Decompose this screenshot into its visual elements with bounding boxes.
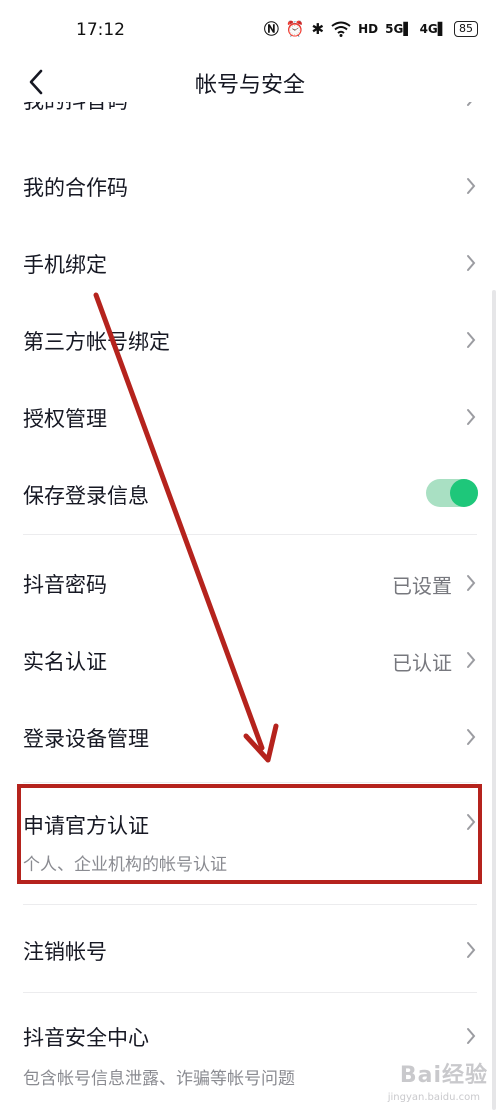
settings-item-value: 已设置 (392, 574, 452, 598)
hd-icon: HD (358, 22, 379, 36)
wifi-icon (331, 21, 351, 37)
settings-item-save-login-info: 保存登录信息 (0, 455, 500, 532)
settings-item-my-douyin-code[interactable]: 我的抖音码 (0, 102, 500, 122)
alarm-icon: ⏰ (285, 20, 305, 38)
settings-list: 我的抖音码 我的合作码 手机绑定 第三方帐号绑定 授权管理 保存登录信息 抖音密… (0, 102, 500, 1111)
settings-item-label: 抖音密码 (23, 573, 107, 597)
settings-item-authorization-management[interactable]: 授权管理 (0, 378, 500, 455)
signal-4g-icon: 4G▌ (419, 22, 447, 36)
chevron-right-icon (467, 575, 476, 591)
settings-item-real-name-verification[interactable]: 实名认证 已认证 (0, 621, 500, 698)
settings-item-label: 手机绑定 (23, 253, 107, 277)
toggle-knob (450, 479, 478, 507)
scrollbar[interactable] (492, 290, 496, 1110)
bluetooth-icon: ✱ (311, 20, 325, 38)
settings-item-label: 登录设备管理 (23, 727, 149, 751)
settings-item-phone-binding[interactable]: 手机绑定 (0, 224, 500, 301)
chevron-right-icon (467, 255, 476, 271)
settings-item-label: 我的抖音码 (23, 102, 128, 115)
divider (23, 904, 477, 905)
settings-item-third-party-binding[interactable]: 第三方帐号绑定 (0, 301, 500, 378)
status-bar: 17:12 Ⓝ ⏰ ✱ HD 5G▌ 4G▌ 85 (0, 0, 500, 62)
page-title: 帐号与安全 (194, 73, 305, 98)
divider (23, 534, 477, 535)
save-login-toggle[interactable] (426, 479, 478, 507)
settings-item-my-cooperation-code[interactable]: 我的合作码 (0, 146, 500, 224)
settings-item-cancel-account[interactable]: 注销帐号 (0, 910, 500, 990)
settings-item-label: 抖音安全中心 (23, 1026, 149, 1050)
settings-item-label: 实名认证 (23, 650, 107, 674)
watermark-url: jingyan.baidu.com (387, 1092, 480, 1103)
settings-item-login-device-management[interactable]: 登录设备管理 (0, 698, 500, 775)
nfc-icon: Ⓝ (263, 20, 279, 38)
chevron-right-icon (467, 942, 476, 958)
watermark-logo: Bai经验 (399, 1063, 488, 1088)
settings-item-label: 第三方帐号绑定 (23, 330, 170, 354)
settings-item-label: 注销帐号 (23, 940, 107, 964)
settings-item-douyin-password[interactable]: 抖音密码 已设置 (0, 543, 500, 621)
settings-item-label: 授权管理 (23, 407, 107, 431)
battery-indicator: 85 (454, 21, 478, 37)
signal-5g-icon: 5G▌ (385, 22, 413, 36)
divider (23, 992, 477, 993)
settings-item-subtitle: 包含帐号信息泄露、诈骗等帐号问题 (23, 1069, 295, 1089)
chevron-right-icon (467, 652, 476, 668)
chevron-right-icon (467, 729, 476, 745)
annotation-highlight-box (17, 784, 482, 884)
settings-item-label: 我的合作码 (23, 176, 128, 200)
chevron-right-icon (467, 332, 476, 348)
chevron-right-icon (467, 102, 472, 106)
divider (23, 782, 477, 783)
chevron-right-icon (467, 1028, 476, 1044)
nav-bar: 帐号与安全 (0, 62, 500, 102)
settings-item-label: 保存登录信息 (23, 484, 149, 508)
chevron-right-icon (467, 409, 476, 425)
chevron-right-icon (467, 178, 476, 194)
status-icons: Ⓝ ⏰ ✱ HD 5G▌ 4G▌ 85 (264, 20, 478, 38)
settings-item-value: 已认证 (392, 651, 452, 675)
status-time: 17:12 (76, 20, 125, 40)
